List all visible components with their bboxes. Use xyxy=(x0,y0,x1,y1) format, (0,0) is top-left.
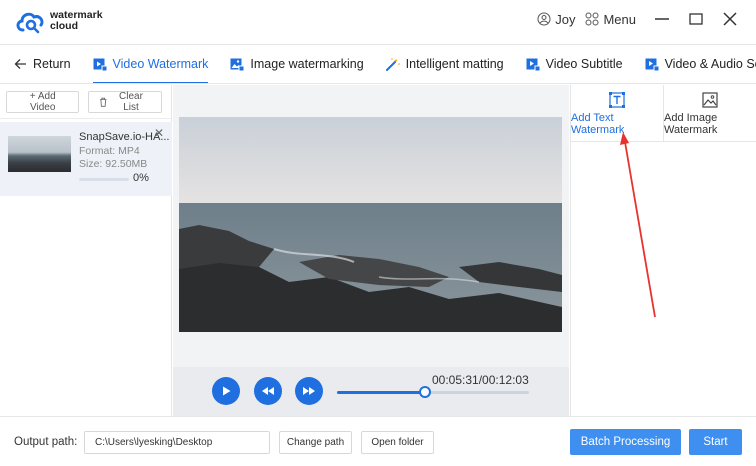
tab-video-subtitle[interactable]: Video Subtitle xyxy=(526,45,623,83)
video-subtitle-icon xyxy=(526,58,540,71)
start-button[interactable]: Start xyxy=(689,429,742,455)
user-icon xyxy=(537,12,551,26)
output-path-label: Output path: xyxy=(14,436,78,448)
seascape-frame xyxy=(179,117,562,332)
seek-bar[interactable] xyxy=(337,391,529,394)
rewind-icon xyxy=(262,387,274,395)
video-thumbnail xyxy=(8,136,71,172)
playback-time: 00:05:31/00:12:03 xyxy=(432,373,529,387)
seek-bar-fill xyxy=(337,391,425,394)
open-folder-button[interactable]: Open folder xyxy=(361,431,434,454)
fast-forward-button[interactable] xyxy=(295,377,323,405)
image-watermark-icon xyxy=(230,58,245,71)
footer-bar: Output path: C:\Users\lyesking\Desktop C… xyxy=(0,416,756,466)
change-path-button[interactable]: Change path xyxy=(279,431,352,454)
player-controls: 00:05:31/00:12:03 xyxy=(173,367,569,416)
maximize-icon xyxy=(689,13,703,25)
user-account[interactable]: Joy xyxy=(537,12,575,27)
clear-list-label: Clear List xyxy=(119,90,143,113)
menu-button[interactable]: Menu xyxy=(585,12,636,27)
grid-menu-icon xyxy=(585,12,599,26)
file-format: Format: MP4 xyxy=(79,144,140,157)
file-progress-bar xyxy=(79,178,129,181)
play-button[interactable] xyxy=(212,377,240,405)
minimize-icon xyxy=(655,18,669,20)
file-list-panel: + Add Video Clear List SnapSave.io-HA...… xyxy=(0,85,172,416)
tab-label: Video & Audio Sepa xyxy=(664,57,756,71)
video-audio-icon xyxy=(645,58,659,71)
remove-file-icon[interactable]: ✕ xyxy=(154,126,164,140)
file-progress-text: 0% xyxy=(133,172,149,184)
tab-label: Video Watermark xyxy=(112,57,209,71)
seek-handle[interactable] xyxy=(418,386,431,398)
clear-list-button[interactable]: Clear List xyxy=(88,90,162,113)
menu-label: Menu xyxy=(603,11,636,27)
video-watermark-icon xyxy=(93,58,107,71)
cloud-logo-icon xyxy=(16,12,44,34)
tab-video-watermark[interactable]: Video Watermark xyxy=(92,45,209,83)
tab-label: Video Subtitle xyxy=(545,57,623,71)
annotation-arrow xyxy=(620,132,656,318)
rewind-button[interactable] xyxy=(254,377,282,405)
batch-processing-button[interactable]: Batch Processing xyxy=(570,429,681,455)
fast-forward-icon xyxy=(303,387,315,395)
logo-text-line2: cloud xyxy=(50,20,78,32)
tab-intelligent-matting[interactable]: Intelligent matting xyxy=(385,45,504,83)
file-list-item[interactable]: SnapSave.io-HA... Format: MP4 Size: 92.5… xyxy=(0,122,172,196)
play-icon xyxy=(223,386,231,396)
close-button[interactable] xyxy=(722,11,738,27)
trash-icon xyxy=(100,97,107,107)
add-video-button[interactable]: + Add Video xyxy=(6,90,80,113)
file-size: Size: 92.50MB xyxy=(79,158,148,170)
magic-wand-icon xyxy=(385,57,400,71)
return-label: Return xyxy=(33,57,71,71)
tab-image-watermarking[interactable]: Image watermarking xyxy=(230,45,364,83)
tab-label: Intelligent matting xyxy=(405,57,504,71)
feature-nav: Return Video Watermark Image watermarkin… xyxy=(0,44,756,84)
return-button[interactable]: Return xyxy=(14,45,71,83)
arrow-left-icon xyxy=(14,59,26,69)
video-preview[interactable] xyxy=(179,117,562,332)
app-logo: watermark cloud xyxy=(14,8,103,34)
user-name: Joy xyxy=(555,11,576,27)
preview-area: 00:05:31/00:12:03 xyxy=(173,85,569,416)
output-path-field[interactable]: C:\Users\lyesking\Desktop xyxy=(84,431,270,454)
tab-label: Image watermarking xyxy=(250,57,364,71)
close-icon xyxy=(723,12,737,26)
tab-video-audio-separation[interactable]: Video & Audio Sepa xyxy=(645,45,756,83)
minimize-button[interactable] xyxy=(654,11,670,27)
watermark-type-panel: Add Text Watermark Add Image Watermark xyxy=(570,85,756,416)
maximize-button[interactable] xyxy=(688,11,704,27)
title-bar: watermark cloud Joy Menu xyxy=(0,0,756,44)
